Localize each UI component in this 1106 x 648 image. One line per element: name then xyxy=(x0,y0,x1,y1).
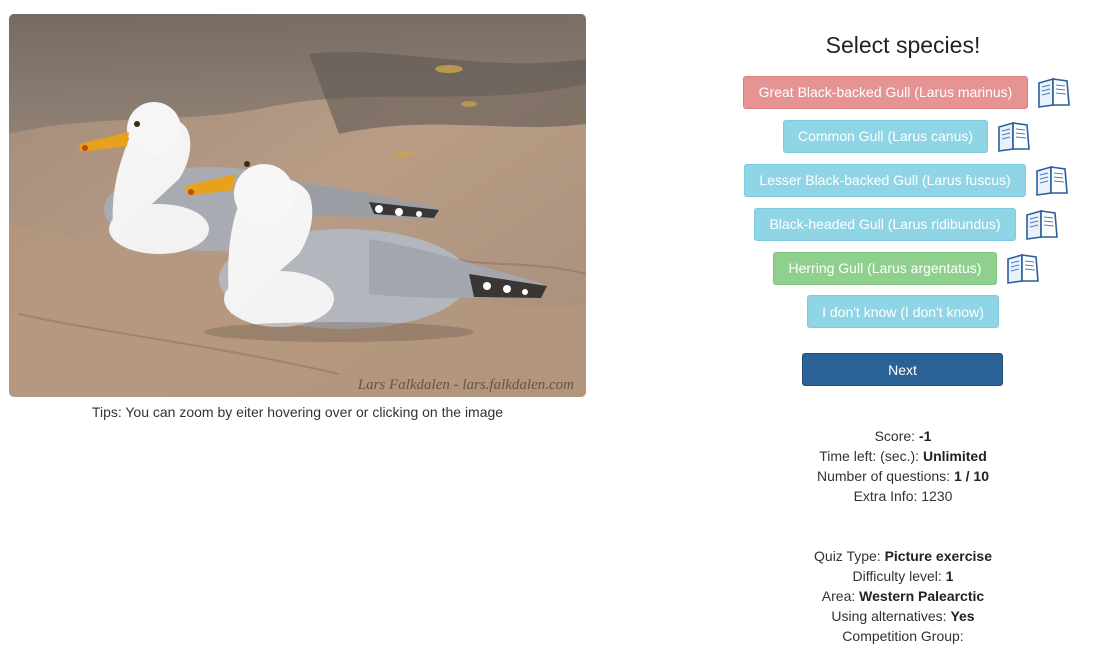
score-value: -1 xyxy=(918,428,932,444)
option-i-dont-know: I don't know (I don't know) xyxy=(807,295,999,328)
questions-value: 1 / 10 xyxy=(953,468,989,484)
alternatives-line: Using alternatives: Yes xyxy=(831,608,975,624)
area-line: Area: Western Palearctic xyxy=(821,588,985,604)
option-button[interactable]: I don't know (I don't know) xyxy=(807,295,999,328)
option-button[interactable]: Black-headed Gull (Larus ridibundus) xyxy=(754,207,1016,241)
zoom-tips: Tips: You can zoom by eiter hovering ove… xyxy=(91,404,504,420)
time-left-line: Time left: (sec.): Unlimited xyxy=(819,448,987,464)
questions-line: Number of questions: 1 / 10 xyxy=(817,468,989,484)
option-herring-gull: Herring Gull (Larus argentatus) xyxy=(773,251,1041,285)
area-value: Western Palearctic xyxy=(859,588,985,604)
option-button[interactable]: Lesser Black-backed Gull (Larus fuscus) xyxy=(744,163,1026,197)
quiz-type-value: Picture exercise xyxy=(884,548,992,564)
option-button[interactable]: Herring Gull (Larus argentatus) xyxy=(773,251,997,285)
species-photo[interactable]: Lars Falkdalen - lars.falkdalen.com xyxy=(9,14,586,397)
book-icon[interactable] xyxy=(996,119,1032,153)
option-button[interactable]: Common Gull (Larus canus) xyxy=(783,119,988,153)
extra-info-line: Extra Info: 1230 xyxy=(853,488,953,504)
settings-block: Quiz Type: Picture exercise Difficulty l… xyxy=(700,546,1106,646)
book-icon[interactable] xyxy=(1005,251,1041,285)
score-line: Score: -1 xyxy=(874,428,932,444)
difficulty-value: 1 xyxy=(945,568,954,584)
option-great-black-backed-gull: Great Black-backed Gull (Larus marinus) xyxy=(743,75,1072,109)
book-icon[interactable] xyxy=(1034,163,1070,197)
option-button[interactable]: Great Black-backed Gull (Larus marinus) xyxy=(743,75,1028,109)
competition-group-line: Competition Group: xyxy=(842,628,964,644)
quiz-type-line: Quiz Type: Picture exercise xyxy=(814,548,992,564)
option-common-gull: Common Gull (Larus canus) xyxy=(783,119,1032,153)
book-icon[interactable] xyxy=(1036,75,1072,109)
option-lesser-black-backed-gull: Lesser Black-backed Gull (Larus fuscus) xyxy=(744,163,1070,197)
gull-photo-image: Lars Falkdalen - lars.falkdalen.com xyxy=(9,14,586,397)
photo-credit: Lars Falkdalen - lars.falkdalen.com xyxy=(357,377,574,393)
alternatives-value: Yes xyxy=(950,608,975,624)
stats-block: Score: -1 Time left: (sec.): Unlimited N… xyxy=(700,426,1106,506)
option-black-headed-gull: Black-headed Gull (Larus ridibundus) xyxy=(754,207,1060,241)
next-button[interactable]: Next xyxy=(802,353,1003,386)
difficulty-line: Difficulty level: 1 xyxy=(852,568,954,584)
extra-info-value: 1230 xyxy=(921,488,953,504)
time-left-value: Unlimited xyxy=(922,448,987,464)
book-icon[interactable] xyxy=(1024,207,1060,241)
quiz-title: Select species! xyxy=(825,32,981,58)
